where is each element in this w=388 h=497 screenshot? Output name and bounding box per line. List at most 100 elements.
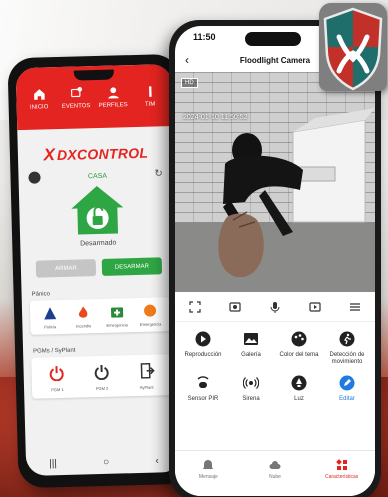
more-icon [148,86,152,97]
pgm1-button[interactable]: PGM 1 [37,363,78,393]
feature-motion-detection[interactable]: Detección de movimiento [323,330,371,366]
pgm2-button[interactable]: PGM 2 [81,361,122,391]
feature-label: Reproducción [184,352,222,358]
snapshot-icon[interactable] [227,299,243,315]
bottom-tab-bar: Mensaje Nube Características [175,450,375,496]
arm-button[interactable]: ARMAR [35,259,97,278]
brand-logo: X DXCONTROL [18,142,174,166]
brand-mark: X [43,145,56,165]
account-icon[interactable] [28,171,41,184]
record-video-icon[interactable] [307,299,323,315]
house-status-icon[interactable] [19,182,176,238]
syplant-button[interactable]: SyPlant [126,360,167,390]
nav-label: EVENTOS [61,103,91,110]
brand-name: DXCONTROL [56,144,149,164]
features-icon [335,459,348,471]
android-system-nav: ||| ○ ‹ [26,455,182,470]
light-icon [290,374,308,392]
android-nav: INICIO EVENTOS PERFILES TIM [16,84,173,111]
menu-icon[interactable] [347,299,363,315]
panic-panel: Policía Incendio Emergencia Emergencia [29,297,171,335]
play-icon [194,330,212,348]
panic-police-button[interactable]: Policía [36,305,65,330]
iphone: 11:50 ‹ Floodlight Camera HD 2024-01-10 … [169,20,381,497]
microphone-icon[interactable] [267,299,283,315]
tab-message[interactable]: Mensaje [183,459,233,480]
pir-icon [194,374,212,392]
hd-quality-badge[interactable]: HD [181,78,198,88]
nav-perfiles[interactable]: PERFILES [96,85,131,109]
home-circle-icon[interactable]: ○ [103,457,109,468]
feature-label: Editar [339,396,355,403]
panic-fire-button[interactable]: Incendio [69,304,98,329]
power-icon [47,363,68,384]
partition-name: CASA [87,172,108,180]
android-screen: INICIO EVENTOS PERFILES TIM X DXCONTROL [15,64,183,476]
bell-icon [70,87,82,98]
tab-features[interactable]: Características [317,459,367,480]
dynamic-island [245,32,301,46]
android-phone: INICIO EVENTOS PERFILES TIM X DXCONTROL [7,53,191,489]
tab-label: Nube [269,474,281,480]
video-timestamp: 2024-01-10 11:50:52 [183,114,248,121]
door-exit-icon [136,361,157,382]
recent-apps-icon[interactable]: ||| [49,458,57,469]
feature-pir-sensor[interactable]: Sensor PIR [179,374,227,403]
edit-icon [338,374,356,392]
gallery-icon [242,330,260,348]
unlocked-house-icon [71,186,124,235]
user-icon [107,87,119,99]
panic-medical-button[interactable]: Emergencia [103,303,132,328]
panic-label: Emergencia [106,322,128,328]
feature-edit[interactable]: Editar [323,374,371,403]
tab-cloud[interactable]: Nube [250,459,300,480]
cloud-icon [269,459,281,471]
android-header: INICIO EVENTOS PERFILES TIM [15,64,174,131]
fullscreen-icon[interactable] [187,299,203,315]
feature-playback[interactable]: Reproducción [179,330,227,366]
panic-label: Policía [44,324,57,330]
siren-icon [242,374,260,392]
app-shield-logo [319,3,387,91]
palette-icon [290,330,308,348]
pgm-panel: PGM 1 PGM 2 SyPlant [31,354,173,399]
panic-label: Incendio [76,323,92,329]
motion-icon [338,330,356,348]
pgm-label: SyPlant [139,384,154,390]
feature-grid: Reproducción Galería Color del tema Dete… [175,322,375,404]
medical-kit-icon [109,303,125,319]
power-icon [91,362,112,383]
feature-theme-color[interactable]: Color del tema [275,330,323,366]
pgm-label: PGM 2 [95,385,109,392]
nav-label: INICIO [29,104,49,111]
feature-gallery[interactable]: Galería [227,330,275,366]
camera-live-view[interactable]: HD 2024-01-10 11:50:52 [175,72,375,292]
feature-label: Galería [241,352,261,358]
panic-label: Emergencia [139,321,162,327]
tab-label: Características [324,474,359,480]
home-icon [33,89,45,100]
back-chevron-icon[interactable]: ‹ [155,456,159,467]
fire-icon [75,304,91,320]
shield-icon [323,7,383,91]
feature-siren[interactable]: Sirena [227,374,275,403]
nav-eventos[interactable]: EVENTOS [59,86,94,110]
refresh-icon[interactable]: ↻ [154,168,164,179]
nav-inicio[interactable]: INICIO [22,87,57,111]
police-icon [42,305,58,321]
feature-light[interactable]: Luz [275,374,323,403]
camera-notch [73,69,114,81]
feature-label: Sensor PIR [187,396,219,403]
feature-label: Color del tema [279,352,319,358]
feature-label: Luz [294,396,304,403]
panic-emergency-button[interactable]: Emergencia [136,302,165,327]
arm-status-text: Desarmado [80,239,117,248]
emergency-icon [142,302,158,318]
disarm-button[interactable]: DESARMAR [101,257,163,276]
message-icon [202,459,214,471]
feature-label: Detección de movimiento [329,352,365,366]
nav-label: PERFILES [98,102,128,109]
feature-label: Sirena [242,396,260,403]
nav-label: TIM [144,101,156,108]
nav-more[interactable]: TIM [133,84,168,108]
